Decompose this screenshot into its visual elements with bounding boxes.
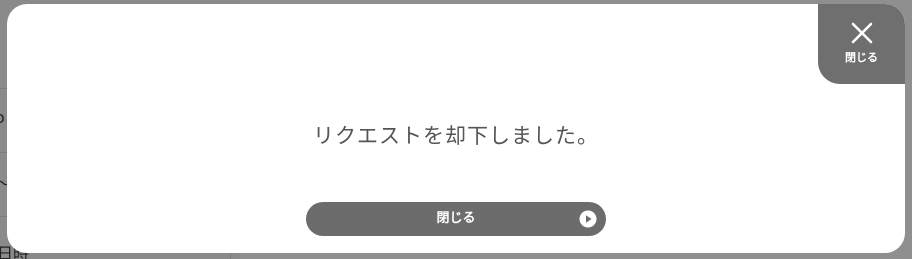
play-circle-icon: [579, 210, 597, 228]
corner-close-label: 閉じる: [845, 51, 878, 64]
close-icon: [851, 22, 873, 44]
dialog-message: リクエストを却下しました。: [313, 124, 599, 148]
corner-close-button[interactable]: 閉じる: [818, 4, 905, 84]
close-button[interactable]: 閉じる: [306, 202, 606, 236]
close-button-label: 閉じる: [436, 211, 476, 226]
result-dialog: 閉じる リクエストを却下しました。 閉じる: [7, 4, 905, 253]
background-text-fragment: (: [0, 46, 1, 62]
background-text-fragment: o: [0, 110, 5, 126]
